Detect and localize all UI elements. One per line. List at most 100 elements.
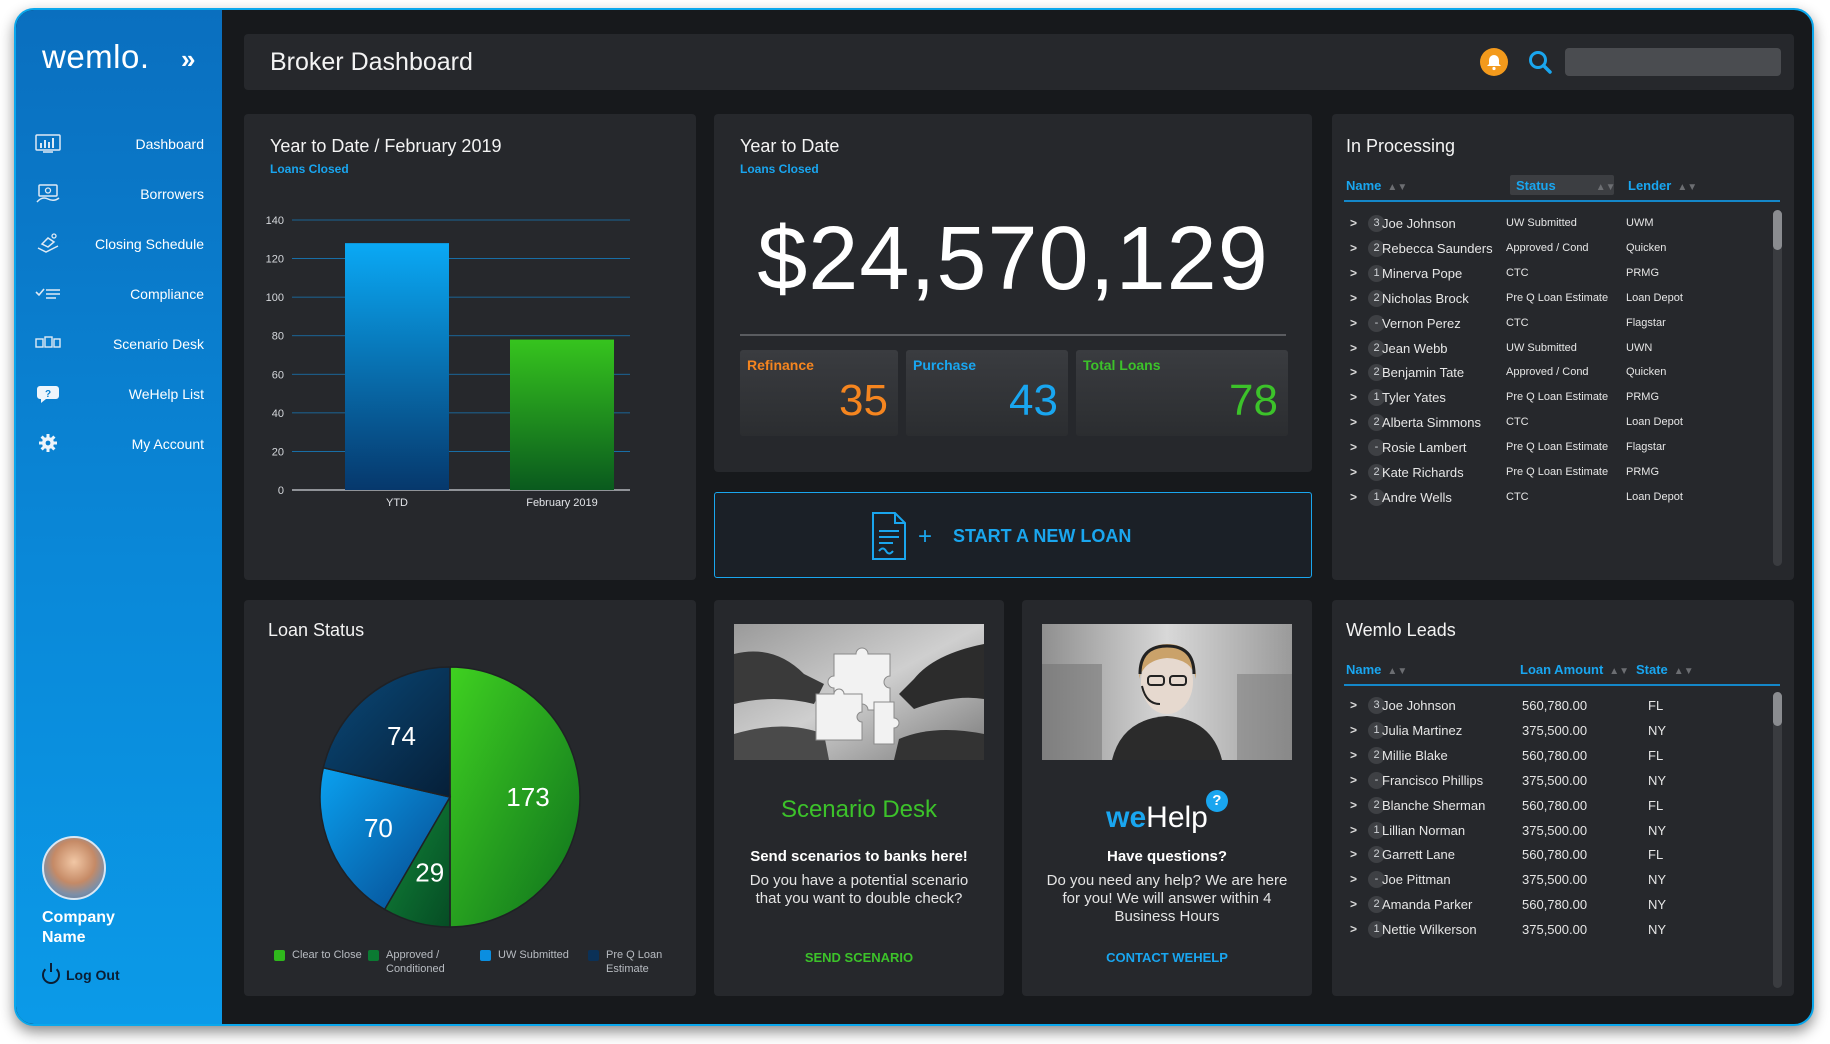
wemlo-logo[interactable]: wemlo. [42,38,150,76]
expand-row-icon[interactable]: > [1350,415,1357,429]
scenario-desk-title: Scenario Desk [780,796,938,823]
avatar[interactable] [42,836,106,900]
scrollbar[interactable] [1773,692,1782,988]
column-header-name[interactable]: Name ▲▼ [1346,178,1407,193]
closing-schedule-icon [37,233,59,253]
bell-icon[interactable] [1480,48,1508,76]
logout-button[interactable]: Log Out [42,963,120,984]
header-divider [1344,684,1780,686]
cell-name: Joe Johnson [1382,216,1456,231]
search-input[interactable] [1565,48,1781,76]
search-icon[interactable] [1527,49,1553,75]
expand-row-icon[interactable]: > [1350,698,1357,712]
cell-name: Alberta Simmons [1382,415,1481,431]
collapse-sidebar-icon[interactable]: » [181,44,195,75]
x-tick-label: YTD [386,497,408,509]
expand-row-icon[interactable]: > [1350,440,1357,454]
sidebar-item-dashboard[interactable]: Dashboard [16,120,222,170]
sort-icon: ▲▼ [1387,666,1408,677]
column-header-label: Name [1346,178,1382,193]
cell-state: NY [1648,772,1667,788]
stat-value: 35 [839,376,888,425]
wehelp-card: weHelp? Have questions? Do you need any … [1022,600,1312,996]
cell-name: Andre Wells [1382,489,1452,505]
expand-row-icon[interactable]: > [1350,291,1357,305]
table-row[interactable]: >1 Andre Wells CTC Loan Depot [1332,484,1772,513]
expand-row-icon[interactable]: > [1350,897,1357,911]
expand-row-icon[interactable]: > [1350,266,1357,280]
cell-state: NY [1648,822,1667,838]
cell-loan-amount: 375,500.00 [1522,922,1588,938]
scenario-desk-card: Scenario Desk Send scenarios to banks he… [714,600,1004,996]
column-header-label: Status [1516,178,1556,193]
column-header-lender[interactable]: Lender ▲▼ [1628,178,1697,193]
y-tick-label: 140 [266,215,284,227]
column-header-state[interactable]: State ▲▼ [1636,662,1694,677]
expand-row-icon[interactable]: > [1350,390,1357,404]
contact-wehelp-link[interactable]: CONTACT WEHELP [1022,950,1312,965]
wehelp-heading: Have questions? [1106,848,1228,865]
table-row[interactable]: >1 Nettie Wilkerson 375,500.00 NY [1332,916,1772,945]
column-header-status[interactable]: Status ▲▼ [1516,178,1616,193]
expand-row-icon[interactable]: > [1350,216,1357,230]
pie-value-label: 29 [415,857,444,887]
expand-row-icon[interactable]: > [1350,465,1357,479]
cell-name: Joe Pittman [1382,872,1451,888]
pie-value-label: 74 [387,721,416,751]
send-scenario-link[interactable]: SEND SCENARIO [714,950,1004,965]
expand-row-icon[interactable]: > [1350,798,1357,812]
cell-state: FL [1648,847,1664,863]
app-window: wemlo. » Dashboard Borrowers Closing Sch… [14,8,1814,1026]
bar-february-2019[interactable] [510,339,614,490]
cell-loan-amount: 375,500.00 [1522,772,1588,788]
sidebar-item-my-account[interactable]: My Account [16,420,222,470]
scrollbar[interactable] [1773,210,1782,566]
sidebar: wemlo. » Dashboard Borrowers Closing Sch… [16,10,222,1024]
bar-ytd[interactable] [345,243,449,490]
expand-row-icon[interactable]: > [1350,490,1357,504]
panel-title: Year to Date / February 2019 [270,136,502,156]
scenario-desk-heading: Send scenarios to banks here! [750,848,968,865]
cell-status: UW Submitted [1506,341,1577,354]
expand-row-icon[interactable]: > [1350,773,1357,787]
y-tick-label: 120 [266,254,284,266]
column-header-loan-amount[interactable]: Loan Amount ▲▼ [1520,662,1629,677]
expand-row-icon[interactable]: > [1350,316,1357,330]
sidebar-item-borrowers[interactable]: Borrowers [16,170,222,220]
divider [740,334,1286,336]
refinance-stat: Refinance 35 [740,350,898,436]
header-divider [1344,200,1780,202]
stat-label: Refinance [747,357,814,373]
loans-closed-bar-chart: 0 20 40 60 80 100 120 140 YTD February 2019 [266,215,630,509]
sidebar-item-compliance[interactable]: Compliance [16,270,222,320]
sidebar-item-scenario-desk[interactable]: Scenario Desk [16,320,222,370]
wehelp-logo-help: Help [1146,801,1208,834]
expand-row-icon[interactable]: > [1350,922,1357,936]
cell-lender: UWN [1626,341,1653,354]
sidebar-item-closing-schedule[interactable]: Closing Schedule [16,220,222,270]
loan-status-panel: Loan Status 173 29 70 74 Clear to Close App… [244,600,696,996]
cell-name: Nicholas Brock [1382,290,1469,306]
scrollbar-thumb[interactable] [1773,210,1782,250]
expand-row-icon[interactable]: > [1350,723,1357,737]
expand-row-icon[interactable]: > [1350,847,1357,861]
scrollbar-thumb[interactable] [1773,692,1782,726]
start-new-loan-button[interactable]: + START A NEW LOAN [714,492,1312,578]
sort-icon: ▲▼ [1677,182,1698,193]
stat-label: Total Loans [1083,357,1161,373]
sidebar-item-wehelp-list[interactable]: ? WeHelp List [16,370,222,420]
expand-row-icon[interactable]: > [1350,748,1357,762]
scenario-desk-body: Do you have a potential scenario that yo… [749,872,969,907]
cell-status: Approved / Cond [1506,241,1589,254]
column-header-label: Name [1346,662,1382,677]
expand-row-icon[interactable]: > [1350,365,1357,379]
expand-row-icon[interactable]: > [1350,341,1357,355]
column-header-name[interactable]: Name ▲▼ [1346,662,1407,677]
expand-row-icon[interactable]: > [1350,823,1357,837]
cell-status: CTC [1506,416,1529,429]
expand-row-icon[interactable]: > [1350,872,1357,886]
cell-name: Tyler Yates [1382,390,1446,406]
company-name: Company Name [42,909,115,946]
cell-name: Rosie Lambert [1382,440,1467,456]
expand-row-icon[interactable]: > [1350,241,1357,255]
